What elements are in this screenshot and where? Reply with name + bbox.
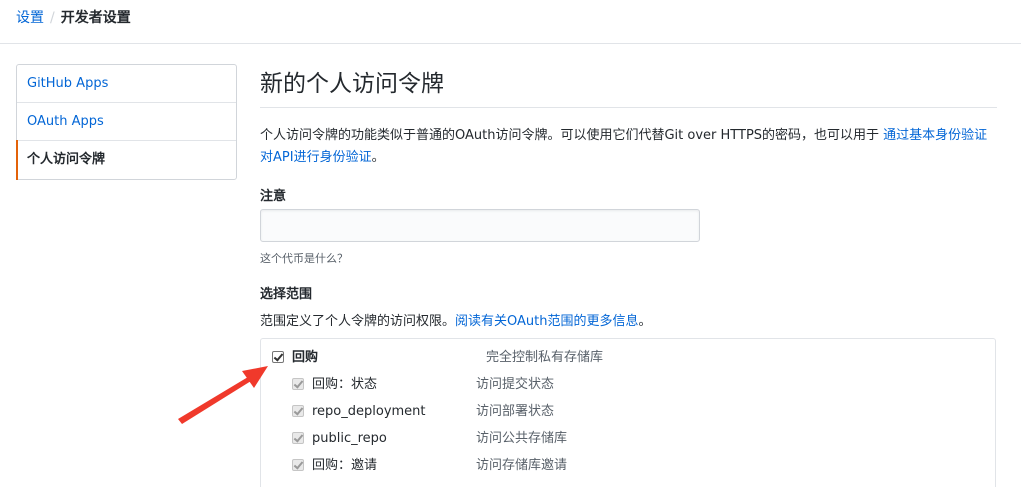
scope-row-repo-status[interactable]: 回购：状态 访问提交状态: [292, 375, 554, 395]
scope-name: 回购：状态: [312, 377, 378, 392]
breadcrumb: 设置 / 开发者设置: [16, 8, 131, 28]
main-content: 新的个人访问令牌 个人访问令牌的功能类似于普通的OAuth访问令牌。可以使用它们…: [260, 64, 997, 487]
scope-checkbox-repo-deployment[interactable]: [292, 405, 304, 417]
breadcrumb-current: 开发者设置: [60, 10, 131, 26]
note-help-text: 这个代币是什么？: [260, 252, 348, 265]
scope-checkbox-repo-status[interactable]: [292, 378, 304, 390]
sidebar-item-github-apps[interactable]: GitHub Apps: [17, 65, 236, 103]
note-input[interactable]: [260, 209, 700, 242]
page-description: 个人访问令牌的功能类似于普通的OAuth访问令牌。可以使用它们代替Git ove…: [260, 125, 990, 169]
sidebar-item-personal-access-tokens[interactable]: 个人访问令牌: [16, 140, 236, 180]
scope-checkbox-repo-invite[interactable]: [292, 459, 304, 471]
scope-row-repo-invite[interactable]: 回购：邀请 访问存储库邀请: [292, 456, 567, 476]
description-text: 个人访问令牌的功能类似于普通的OAuth访问令牌。可以使用它们代替Git ove…: [260, 128, 884, 143]
scope-meaning: 访问提交状态: [476, 377, 555, 392]
oauth-scopes-link[interactable]: 阅读有关OAuth范围的更多信息: [455, 314, 638, 329]
scope-name: repo_deployment: [312, 404, 426, 419]
scope-row-public-repo[interactable]: public_repo 访问公共存储库: [292, 429, 567, 449]
scope-meaning: 完全控制私有存储库: [486, 350, 604, 365]
scopes-description-text: 范围定义了个人令牌的访问权限。: [260, 314, 456, 329]
page-title: 新的个人访问令牌: [260, 71, 444, 97]
header-divider: [0, 43, 1021, 44]
scopes-list: 回购 完全控制私有存储库 回购：状态 访问提交状态 repo_deployment 访…: [260, 338, 996, 487]
scope-meaning: 访问部署状态: [476, 404, 555, 419]
scope-meaning: 访问公共存储库: [476, 431, 568, 446]
scopes-label: 选择范围: [260, 287, 313, 302]
description-end: 。: [371, 150, 385, 165]
scopes-description: 范围定义了个人令牌的访问权限。阅读有关OAuth范围的更多信息。: [260, 310, 652, 329]
scope-name: 回购：邀请: [312, 458, 378, 473]
breadcrumb-separator: /: [50, 10, 55, 26]
sidebar-item-oauth-apps[interactable]: OAuth Apps: [17, 103, 236, 141]
scope-row-repo-deployment[interactable]: repo_deployment 访问部署状态: [292, 402, 554, 422]
scope-meaning: 访问存储库邀请: [476, 458, 568, 473]
scope-checkbox-repo[interactable]: [272, 351, 284, 363]
title-divider: [260, 107, 997, 108]
breadcrumb-settings-link[interactable]: 设置: [16, 10, 44, 26]
scope-checkbox-public-repo[interactable]: [292, 432, 304, 444]
scope-name: 回购: [292, 350, 319, 365]
scopes-description-end: 。: [638, 314, 652, 329]
sidebar-nav: GitHub Apps OAuth Apps 个人访问令牌: [16, 64, 237, 180]
note-label: 注意: [260, 189, 287, 204]
scope-row-repo[interactable]: 回购 完全控制私有存储库: [272, 348, 603, 368]
scope-name: public_repo: [312, 431, 387, 446]
